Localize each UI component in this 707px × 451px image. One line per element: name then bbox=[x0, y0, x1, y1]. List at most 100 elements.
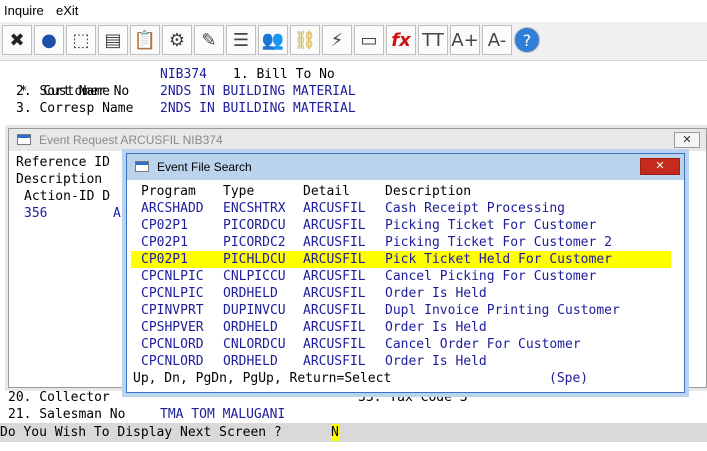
description-label: Description bbox=[16, 172, 103, 187]
list-icon[interactable]: ☰ bbox=[226, 25, 256, 55]
globe-icon[interactable]: ● bbox=[34, 25, 64, 55]
event-row-program: CP02P1 bbox=[141, 252, 188, 267]
text-size-icon[interactable]: TT bbox=[418, 25, 448, 55]
event-row-type: CNLORDCU bbox=[223, 337, 286, 352]
event-row[interactable]: CPINVPRT DUPINVCU ARCUSFIL Dupl Invoice Pri… bbox=[131, 302, 671, 319]
edit-icon[interactable]: ✎ bbox=[194, 25, 224, 55]
event-row-program: CPCNLPIC bbox=[141, 269, 204, 284]
event-row-detail: ARCUSFIL bbox=[303, 252, 366, 267]
event-row-description: Dupl Invoice Printing Customer bbox=[385, 303, 620, 318]
event-row-type: ORDHELD bbox=[223, 320, 278, 335]
action-id-header: Action-ID D bbox=[24, 189, 111, 204]
event-row[interactable]: CPSHPVER ORDHELD ARCUSFIL Order Is Held bbox=[131, 319, 671, 336]
event-row-type: ORDHELD bbox=[223, 286, 278, 301]
event-row[interactable]: CP02P1 PICORDC2 ARCUSFIL Picking Ticket For… bbox=[131, 234, 671, 251]
event-row-description: Cancel Picking For Customer bbox=[385, 269, 597, 284]
sort-name-label: 2. Sort Name bbox=[16, 84, 110, 99]
window-icon bbox=[17, 134, 31, 145]
collector-label: 20. Collector bbox=[8, 390, 110, 405]
event-row-program: CPSHPVER bbox=[141, 320, 204, 335]
corresp-name-label: 3. Corresp Name bbox=[16, 101, 134, 116]
event-search-title: Event File Search bbox=[157, 160, 252, 174]
event-row[interactable]: CP02P1 PICHLDCU ARCUSFIL Pick Ticket Held F… bbox=[131, 251, 671, 268]
exit-icon[interactable]: ✖ bbox=[2, 25, 32, 55]
link-icon[interactable]: ⛓ bbox=[290, 25, 320, 55]
event-row-detail: ARCUSFIL bbox=[303, 337, 366, 352]
event-request-title: Event Request ARCUSFIL NIB374 bbox=[39, 133, 223, 147]
event-request-titlebar[interactable]: Event Request ARCUSFIL NIB374 ✕ bbox=[9, 129, 706, 151]
event-row-program: CP02P1 bbox=[141, 218, 188, 233]
event-row-detail: ARCUSFIL bbox=[303, 201, 366, 216]
event-search-titlebar[interactable]: Event File Search ✕ bbox=[127, 154, 684, 180]
column-headers: Program Type Detail Description bbox=[131, 183, 671, 200]
action-code-value: A bbox=[113, 206, 121, 221]
event-row-type: PICHLDCU bbox=[223, 252, 286, 267]
event-row-program: CPCNLORD bbox=[141, 354, 204, 369]
event-row[interactable]: CPCNLPIC ORDHELD ARCUSFIL Order Is Held bbox=[131, 285, 671, 302]
clipboard-icon[interactable]: 📋 bbox=[130, 25, 160, 55]
column-header-detail: Detail bbox=[303, 184, 350, 199]
event-row[interactable]: CPCNLPIC CNLPICCU ARCUSFIL Cancel Picking F… bbox=[131, 268, 671, 285]
event-row-description: Order Is Held bbox=[385, 320, 487, 335]
next-screen-answer[interactable]: N bbox=[331, 424, 339, 441]
document-icon[interactable]: ▤ bbox=[98, 25, 128, 55]
bill-to-label: 1. Bill To No bbox=[233, 67, 335, 82]
event-row-program: CP02P1 bbox=[141, 235, 188, 250]
select-icon[interactable]: ⬚ bbox=[66, 25, 96, 55]
help-icon[interactable]: ? bbox=[514, 27, 540, 53]
column-header-description: Description bbox=[385, 184, 472, 199]
font-decrease-icon[interactable]: A- bbox=[482, 25, 512, 55]
corresp-name-value: 2NDS IN BUILDING MATERIAL bbox=[160, 101, 356, 116]
window-edit-icon[interactable]: ▭ bbox=[354, 25, 384, 55]
users-icon[interactable]: 👥 bbox=[258, 25, 288, 55]
settings-icon[interactable]: ⚙ bbox=[162, 25, 192, 55]
event-row-type: ORDHELD bbox=[223, 354, 278, 369]
function-icon[interactable]: fx bbox=[386, 25, 416, 55]
window-icon bbox=[135, 161, 149, 172]
event-row-detail: ARCUSFIL bbox=[303, 286, 366, 301]
mode-indicator: (Spe) bbox=[549, 371, 589, 386]
event-row[interactable]: CPCNLORD CNLORDCU ARCUSFIL Cancel Order For… bbox=[131, 336, 671, 353]
event-row-detail: ARCUSFIL bbox=[303, 218, 366, 233]
toolbar: ✖ ● ⬚ ▤ 📋 ⚙ ✎ ☰ 👥 ⛓ ⚡ ▭ fx TT A+ A-? bbox=[0, 22, 707, 61]
menu-bar: Inquire eXit bbox=[0, 0, 707, 22]
event-row-type: CNLPICCU bbox=[223, 269, 286, 284]
event-row-detail: ARCUSFIL bbox=[303, 354, 366, 369]
event-row-detail: ARCUSFIL bbox=[303, 235, 366, 250]
event-row[interactable]: CPCNLORD ORDHELD ARCUSFIL Order Is Held bbox=[131, 353, 671, 370]
sort-name-value: 2NDS IN BUILDING MATERIAL bbox=[160, 84, 356, 99]
event-row-detail: ARCUSFIL bbox=[303, 303, 366, 318]
salesman-label: 21. Salesman No bbox=[8, 407, 126, 422]
navigation-hint: Up, Dn, PgDn, PgUp, Return=Select bbox=[133, 371, 392, 386]
event-row-program: CPCNLORD bbox=[141, 337, 204, 352]
event-row-description: Order Is Held bbox=[385, 354, 487, 369]
event-row-description: Picking Ticket For Customer 2 bbox=[385, 235, 612, 250]
event-row-description: Cash Receipt Processing bbox=[385, 201, 566, 216]
event-row[interactable]: CP02P1 PICORDCU ARCUSFIL Picking Ticket For… bbox=[131, 217, 671, 234]
reference-id-label: Reference ID bbox=[16, 155, 110, 170]
event-row-description: Picking Ticket For Customer bbox=[385, 218, 597, 233]
font-increase-icon[interactable]: A+ bbox=[450, 25, 480, 55]
event-row[interactable]: ARCSHADD ENCSHTRX ARCUSFIL Cash Receipt Pro… bbox=[131, 200, 671, 217]
event-row-description: Order Is Held bbox=[385, 286, 487, 301]
search-footer: Up, Dn, PgDn, PgUp, Return=Select (Spe) bbox=[131, 370, 671, 387]
menu-exit[interactable]: eXit bbox=[56, 3, 78, 18]
menu-inquire[interactable]: Inquire bbox=[4, 3, 44, 18]
event-row-detail: ARCUSFIL bbox=[303, 269, 366, 284]
action-id-value[interactable]: 356 bbox=[24, 205, 47, 222]
event-search-close-button[interactable]: ✕ bbox=[640, 158, 680, 175]
event-row-program: CPCNLPIC bbox=[141, 286, 204, 301]
event-file-search-window: Event File Search ✕ Program Type Detail … bbox=[126, 153, 685, 393]
salesman-value: TMA TOM MALUGANI bbox=[160, 407, 286, 422]
event-row-program: CPINVPRT bbox=[141, 303, 204, 318]
event-row-type: PICORDC2 bbox=[223, 235, 286, 250]
event-row-description: Cancel Order For Customer bbox=[385, 337, 581, 352]
event-row-type: ENCSHTRX bbox=[223, 201, 286, 216]
event-row-type: DUPINVCU bbox=[223, 303, 286, 318]
event-request-close-button[interactable]: ✕ bbox=[674, 132, 700, 148]
column-header-type: Type bbox=[223, 184, 255, 199]
event-row-program: ARCSHADD bbox=[141, 201, 204, 216]
column-header-program: Program bbox=[141, 184, 196, 199]
lightning-icon[interactable]: ⚡ bbox=[322, 25, 352, 55]
event-row-detail: ARCUSFIL bbox=[303, 320, 366, 335]
